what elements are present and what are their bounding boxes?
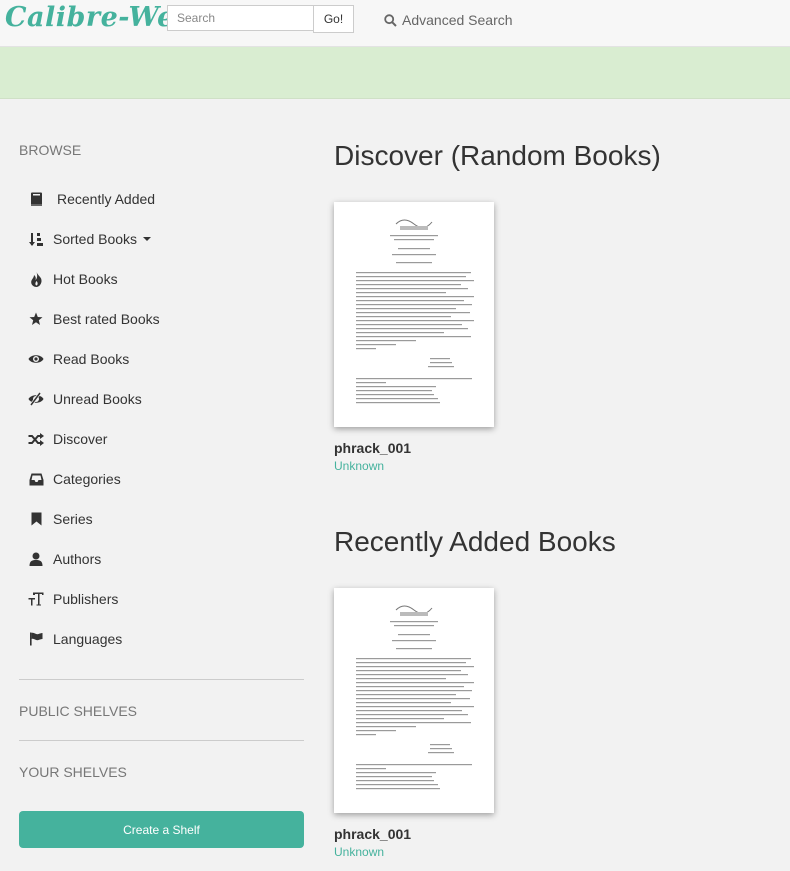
sidebar-item-hot-books[interactable]: Hot Books <box>27 268 118 290</box>
shuffle-icon <box>27 431 45 447</box>
sidebar-item-label: Sorted Books <box>53 231 138 247</box>
search-go-button[interactable]: Go! <box>313 5 354 33</box>
bookmark-icon <box>27 511 45 527</box>
sidebar-divider <box>19 679 304 680</box>
book-title[interactable]: phrack_001 <box>334 440 411 456</box>
sidebar-item-categories[interactable]: Categories <box>27 468 121 490</box>
book-cover-image <box>334 588 494 813</box>
sidebar-item-label: Categories <box>53 471 121 487</box>
sidebar-item-label: Publishers <box>53 591 119 607</box>
book-icon <box>27 191 45 207</box>
sidebar-item-series[interactable]: Series <box>27 508 93 530</box>
star-icon <box>27 311 45 327</box>
inbox-icon <box>27 471 45 487</box>
eye-slash-icon <box>27 391 45 407</box>
book-cover-image <box>334 202 494 427</box>
sidebar-item-publishers[interactable]: Publishers <box>27 588 118 610</box>
user-icon <box>27 551 45 567</box>
sidebar-item-label: Hot Books <box>53 271 118 287</box>
sidebar-item-recently-added[interactable]: Recently Added <box>27 188 155 210</box>
sidebar-item-label: Authors <box>53 551 102 567</box>
book-author[interactable]: Unknown <box>334 459 384 473</box>
advanced-search-link[interactable]: Advanced Search <box>384 12 513 28</box>
sidebar-item-authors[interactable]: Authors <box>27 548 101 570</box>
top-navbar: Calibre-Web Go! Advanced Search <box>0 0 790 47</box>
flag-icon <box>27 631 45 647</box>
sort-icon <box>27 231 45 247</box>
book-title[interactable]: phrack_001 <box>334 826 411 842</box>
search-icon <box>384 13 397 27</box>
sidebar-item-label: Recently Added <box>57 191 156 207</box>
sidebar-item-label: Read Books <box>53 351 130 367</box>
chevron-down-icon <box>143 237 152 241</box>
sidebar-item-label: Languages <box>53 631 123 647</box>
eye-icon <box>27 351 45 367</box>
sidebar-item-label: Best rated Books <box>53 311 160 327</box>
your-shelves-header[interactable]: YOUR SHELVES <box>19 764 127 780</box>
text-size-icon <box>27 591 45 607</box>
sidebar-item-languages[interactable]: Languages <box>27 628 122 650</box>
sidebar-item-label: Discover <box>53 431 108 447</box>
book-author[interactable]: Unknown <box>334 845 384 859</box>
brand-logo[interactable]: Calibre-Web <box>5 2 194 33</box>
book-cover[interactable] <box>334 588 494 813</box>
flash-message-bar <box>0 47 790 99</box>
sidebar-divider <box>19 740 304 741</box>
book-cover[interactable] <box>334 202 494 427</box>
browse-header: BROWSE <box>19 142 82 158</box>
search-input[interactable] <box>167 5 313 31</box>
sidebar-item-unread-books[interactable]: Unread Books <box>27 388 142 410</box>
advanced-search-label: Advanced Search <box>402 12 513 28</box>
discover-title: Discover (Random Books) <box>334 140 661 171</box>
sidebar-item-label: Series <box>53 511 93 527</box>
sidebar-item-best-rated[interactable]: Best rated Books <box>27 308 160 330</box>
sidebar-item-label: Unread Books <box>53 391 142 407</box>
fire-icon <box>27 271 45 287</box>
create-shelf-button[interactable]: Create a Shelf <box>19 811 304 848</box>
recently-added-title: Recently Added Books <box>334 526 616 557</box>
sidebar-item-sorted-books[interactable]: Sorted Books <box>27 228 152 250</box>
sidebar-item-read-books[interactable]: Read Books <box>27 348 129 370</box>
public-shelves-header[interactable]: PUBLIC SHELVES <box>19 703 137 719</box>
sidebar-item-discover[interactable]: Discover <box>27 428 107 450</box>
